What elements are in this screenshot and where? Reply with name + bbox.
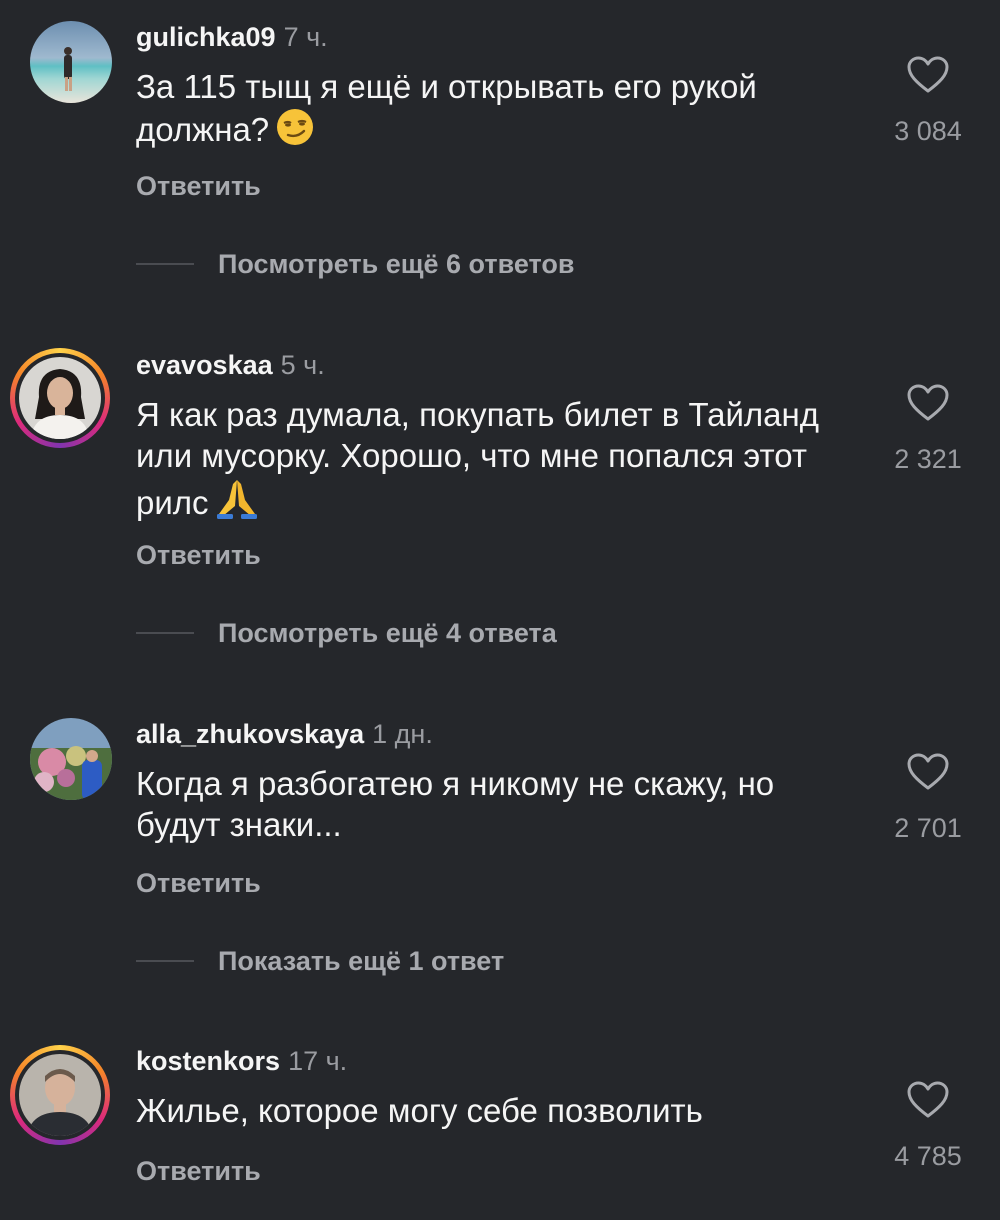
reply-button[interactable]: Ответить: [136, 1155, 261, 1187]
like-count: 4 785: [894, 1141, 962, 1171]
username[interactable]: kostenkors: [136, 1046, 280, 1076]
comment-body: За 115 тыщ я ещё и открывать его рукой д…: [136, 68, 757, 148]
comment-meta: gulichka09 7 ч.: [136, 21, 328, 53]
divider-line: [136, 263, 194, 265]
reply-button[interactable]: Ответить: [136, 539, 261, 571]
reply-button[interactable]: Ответить: [136, 867, 261, 899]
view-more-replies-label: Посмотреть ещё 6 ответов: [218, 249, 575, 279]
timestamp: 5 ч.: [280, 350, 325, 380]
username[interactable]: alla_zhukovskaya: [136, 719, 364, 749]
comment-text: Когда я разбогатею я никому не скажу, но…: [136, 763, 856, 845]
like-area: 2 321: [880, 383, 976, 475]
comment-text: Жилье, которое могу себе позволить: [136, 1090, 856, 1131]
heart-outline-icon[interactable]: [906, 383, 950, 423]
avatar[interactable]: [10, 1045, 110, 1145]
comment-text: За 115 тыщ я ещё и открывать его рукой д…: [136, 66, 856, 156]
smirking-face-icon: [275, 107, 315, 156]
view-more-replies-button[interactable]: Показать ещё 1 ответ: [136, 945, 504, 977]
timestamp: 1 дн.: [372, 719, 433, 749]
view-more-replies-button[interactable]: Посмотреть ещё 4 ответа: [136, 617, 557, 649]
folded-hands-icon: [215, 476, 259, 529]
like-count: 2 701: [894, 813, 962, 843]
divider-line: [136, 960, 194, 962]
comment-meta: alla_zhukovskaya 1 дн.: [136, 718, 433, 750]
like-area: 3 084: [880, 55, 976, 147]
avatar[interactable]: [10, 348, 110, 448]
heart-outline-icon[interactable]: [906, 752, 950, 792]
view-more-replies-button[interactable]: Посмотреть ещё 6 ответов: [136, 248, 574, 280]
view-more-replies-label: Посмотреть ещё 4 ответа: [218, 618, 557, 648]
comment-body: Когда я разбогатею я никому не скажу, но…: [136, 765, 775, 843]
reply-button[interactable]: Ответить: [136, 170, 261, 202]
username[interactable]: evavoskaa: [136, 350, 273, 380]
view-more-replies-label: Показать ещё 1 ответ: [218, 946, 505, 976]
like-count: 3 084: [894, 116, 962, 146]
comment-body: Жилье, которое могу себе позволить: [136, 1092, 703, 1129]
timestamp: 7 ч.: [283, 22, 328, 52]
like-area: 2 701: [880, 752, 976, 844]
comment-text: Я как раз думала, покупать билет в Тайла…: [136, 394, 856, 529]
comment-meta: evavoskaa 5 ч.: [136, 349, 325, 381]
comment-meta: kostenkors 17 ч.: [136, 1045, 347, 1077]
like-count: 2 321: [894, 444, 962, 474]
heart-outline-icon[interactable]: [906, 55, 950, 95]
avatar[interactable]: [30, 718, 112, 800]
timestamp: 17 ч.: [288, 1046, 348, 1076]
username[interactable]: gulichka09: [136, 22, 276, 52]
divider-line: [136, 632, 194, 634]
avatar[interactable]: [30, 21, 112, 103]
like-area: 4 785: [880, 1080, 976, 1172]
heart-outline-icon[interactable]: [906, 1080, 950, 1120]
